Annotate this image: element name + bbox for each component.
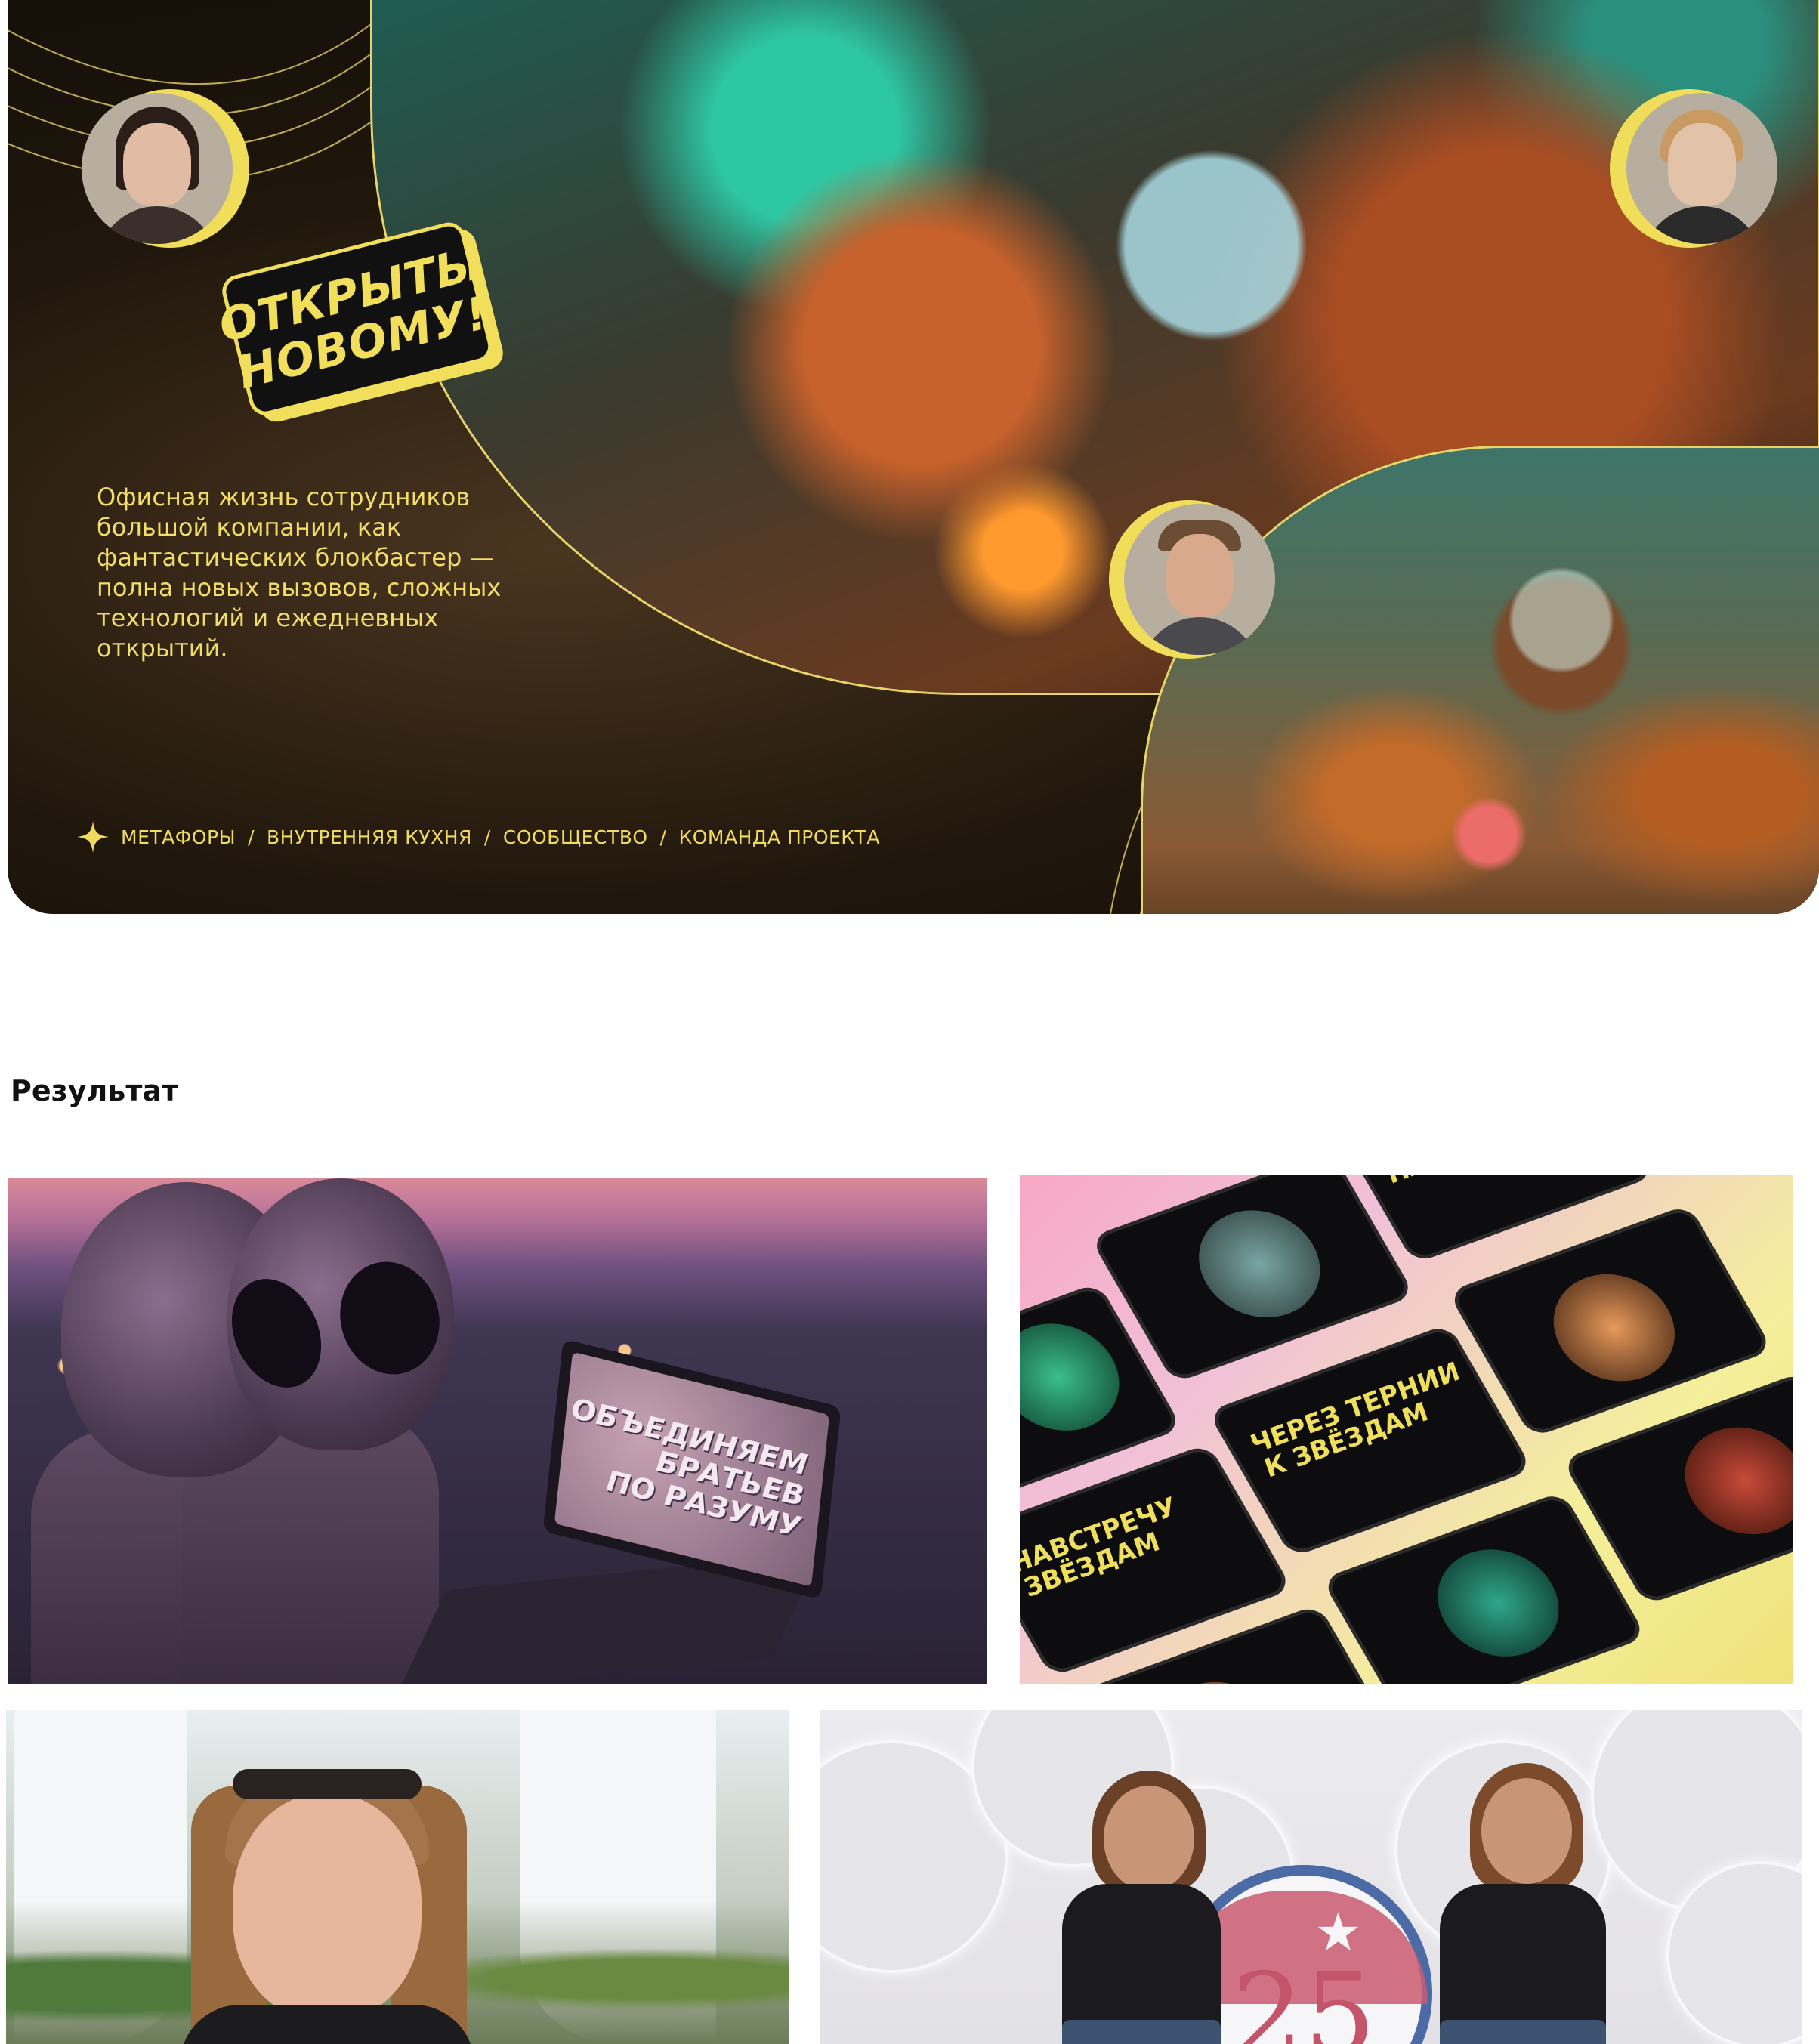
sparkle-star-icon — [77, 821, 109, 853]
event-photo-anniversary-wall[interactable]: ★ 25 — [820, 1710, 1802, 2044]
phone-text-towards-stars: НАВСТРЕЧУ ЗВЁЗДАМ — [1020, 1492, 1184, 1603]
laptop-screen: ОБЪЕДИНЯЕМ БРАТЬЕВ ПО РАЗУМУ — [542, 1338, 842, 1600]
phone-text-through-thorns: ЧЕРЕЗ ТЕРНИИ К ЗВЁЗДАМ — [1244, 1357, 1467, 1484]
hero-banner: ОТКРЫТЫ НОВОМУ! Офисная жизнь сотруднико… — [8, 0, 1819, 914]
team-avatar-man-beard — [1109, 500, 1275, 659]
event-photo-woman-portrait[interactable] — [6, 1710, 789, 2044]
phone-text-path-planned: ПУТЬ НАМЕЧЕН — [1367, 1175, 1612, 1189]
section-title-result: Результат — [11, 1074, 179, 1107]
breadcrumb-separator: / — [248, 826, 255, 848]
breadcrumb-item-metaphors[interactable]: МЕТАФОРЫ — [121, 826, 236, 848]
team-avatar-man-glasses — [1610, 89, 1777, 248]
breadcrumb-item-project-team[interactable]: КОМАНДА ПРОЕКТА — [678, 826, 879, 848]
team-avatar-woman — [82, 89, 249, 248]
breadcrumb-item-inner-kitchen[interactable]: ВНУТРЕННЯЯ КУХНЯ — [267, 826, 472, 848]
mobile-app-screens-mockup[interactable]: ПУТЬ НАМЕЧЕН НАВСТРЕЧУ ЗВЁЗДАМ ЧЕРЕЗ ТЕР… — [1020, 1175, 1793, 1684]
anniversary-number: 25 — [1231, 1950, 1376, 2044]
breadcrumb-separator: / — [483, 826, 491, 848]
aliens-laptop-image[interactable]: ОБЪЕДИНЯЕМ БРАТЬЕВ ПО РАЗУМУ — [8, 1178, 987, 1684]
hero-description: Офисная жизнь сотрудников большой компан… — [97, 483, 502, 662]
breadcrumb: МЕТАФОРЫ / ВНУТРЕННЯЯ КУХНЯ / СООБЩЕСТВО… — [77, 821, 880, 853]
breadcrumb-separator: / — [659, 826, 667, 848]
breadcrumb-item-community[interactable]: СООБЩЕСТВО — [503, 826, 648, 848]
